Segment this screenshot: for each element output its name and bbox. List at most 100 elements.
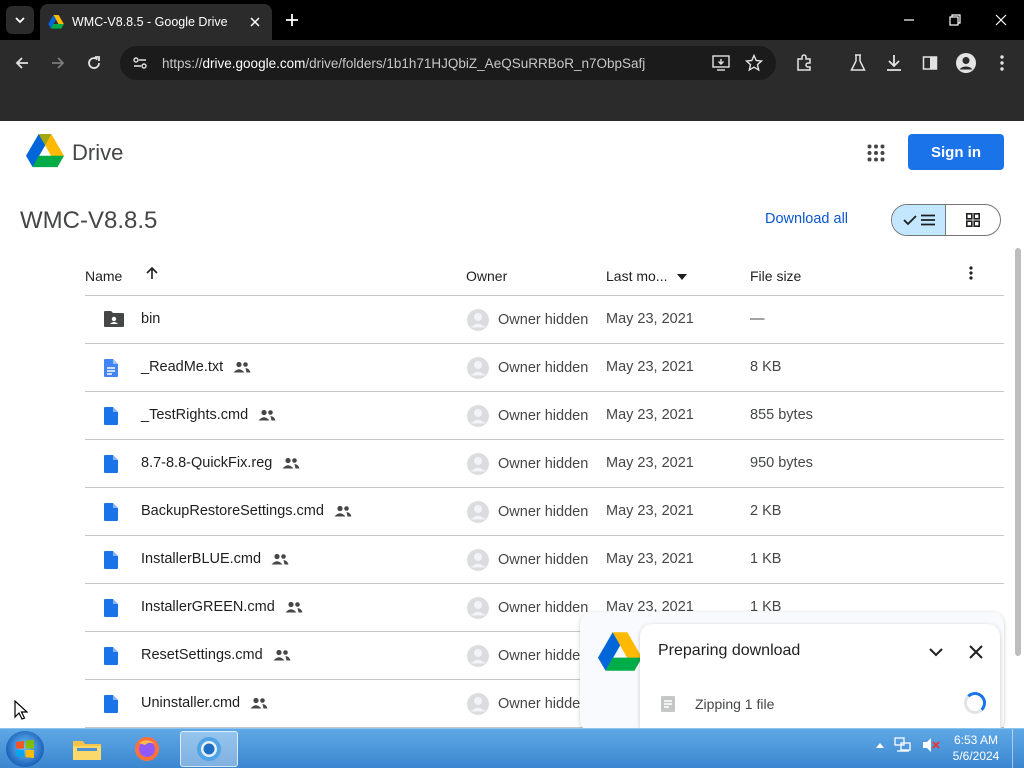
file-row[interactable]: InstallerBLUE.cmd Owner hidden May 23, 202… (85, 536, 1004, 584)
column-header-modified[interactable]: Last mo... (606, 268, 688, 284)
file-name-text: BackupRestoreSettings.cmd (141, 503, 324, 519)
side-panel-button[interactable] (916, 49, 944, 77)
file-name-text: _ReadMe.txt (141, 359, 224, 375)
list-view-button[interactable] (892, 205, 947, 235)
labs-button[interactable] (844, 49, 872, 77)
file-name[interactable]: _ReadMe.txt (141, 359, 251, 375)
taskbar-explorer[interactable] (58, 731, 116, 767)
clock-date: 5/6/2024 (952, 749, 1000, 763)
shared-people-icon (334, 505, 352, 517)
taskbar-clock[interactable]: 6:53 AM 5/6/2024 (950, 732, 1002, 764)
address-bar[interactable]: https://drive.google.com/drive/folders/1… (120, 46, 776, 80)
close-icon (969, 645, 983, 659)
owner-text: Owner hidden (498, 504, 589, 520)
file-name[interactable]: InstallerBLUE.cmd (141, 551, 289, 567)
file-name[interactable]: InstallerGREEN.cmd (141, 599, 303, 615)
file-name[interactable]: BackupRestoreSettings.cmd (141, 503, 352, 519)
network-icon[interactable] (894, 737, 912, 753)
file-size: 950 bytes (750, 455, 813, 471)
file-name[interactable]: 8.7-8.8-QuickFix.reg (141, 455, 300, 471)
file-name[interactable]: ResetSettings.cmd (141, 647, 291, 663)
file-row[interactable]: _ReadMe.txt Owner hidden May 23, 2021 8 KB (85, 344, 1004, 392)
os-taskbar: 6:53 AM 5/6/2024 (0, 728, 1024, 768)
chrome-icon (197, 737, 221, 761)
reload-icon (88, 56, 100, 69)
file-name[interactable]: _TestRights.cmd (141, 407, 276, 423)
bookmark-star-icon[interactable] (744, 53, 764, 77)
file-size: — (750, 311, 765, 327)
shared-people-icon (273, 649, 291, 661)
profile-button[interactable] (952, 49, 980, 77)
view-toggle (891, 204, 1001, 236)
extensions-button[interactable] (790, 49, 818, 77)
drive-logo-icon[interactable] (26, 134, 64, 173)
file-owner: Owner hidde (466, 644, 580, 668)
folder-title: WMC-V8.8.5 (20, 207, 158, 234)
file-icon (103, 550, 119, 574)
column-header-name[interactable]: Name (85, 268, 122, 284)
reload-button[interactable] (80, 49, 108, 77)
close-toast-button[interactable] (964, 640, 988, 664)
collapse-toast-button[interactable] (924, 640, 948, 664)
file-row[interactable]: 8.7-8.8-QuickFix.reg Owner hidden May 23, … (85, 440, 1004, 488)
file-name-text: _TestRights.cmd (141, 407, 249, 423)
browser-tab[interactable]: WMC-V8.8.5 - Google Drive (40, 4, 272, 40)
taskbar-chrome[interactable] (180, 731, 238, 767)
drive-brand-name[interactable]: Drive (72, 140, 123, 166)
tab-title: WMC-V8.8.5 - Google Drive (72, 15, 228, 29)
file-row[interactable]: _TestRights.cmd Owner hidden May 23, 2021 8… (85, 392, 1004, 440)
show-desktop-button[interactable] (1012, 729, 1024, 768)
forward-button[interactable] (44, 49, 72, 77)
download-item-label: Zipping 1 file (695, 696, 775, 712)
file-owner: Owner hidden (466, 548, 588, 572)
file-owner: Owner hidden (466, 308, 588, 332)
avatar (466, 548, 490, 572)
download-all-button[interactable]: Download all (765, 211, 848, 227)
file-name[interactable]: Uninstaller.cmd (141, 695, 268, 711)
owner-text: Owner hidden (498, 600, 589, 616)
back-button[interactable] (8, 49, 36, 77)
account-circle-icon (956, 53, 976, 73)
owner-text: Owner hidde (498, 696, 581, 712)
column-header-modified-label: Last mo... (606, 268, 668, 284)
url-path: /drive/folders/1b1h71HJQbiZ_AeQSuRRBoR_n… (305, 55, 646, 71)
file-modified: May 23, 2021 (606, 359, 694, 375)
start-button[interactable] (6, 731, 44, 767)
tab-close-icon[interactable] (246, 13, 264, 31)
file-name-text: bin (141, 311, 161, 327)
owner-text: Owner hidde (498, 648, 581, 664)
file-row[interactable]: bin Owner hidden May 23, 2021 — (85, 296, 1004, 344)
file-name[interactable]: bin (141, 311, 160, 327)
puzzle-icon (797, 54, 811, 71)
download-toast: Preparing download Zipping 1 file (640, 624, 1000, 728)
new-tab-button[interactable] (280, 8, 304, 32)
browser-menu-button[interactable] (988, 49, 1016, 77)
window-close-button[interactable] (986, 6, 1016, 34)
loading-spinner-icon (964, 692, 986, 714)
sort-ascending-icon[interactable] (145, 266, 159, 283)
minimize-button[interactable] (894, 6, 924, 34)
column-header-owner[interactable]: Owner (466, 268, 507, 284)
volume-muted-icon[interactable] (922, 737, 940, 753)
file-size: 2 KB (750, 503, 782, 519)
column-header-size[interactable]: File size (750, 268, 801, 284)
tab-search-button[interactable] (6, 6, 34, 34)
avatar (466, 500, 490, 524)
column-options-icon[interactable] (969, 266, 973, 283)
file-row[interactable]: BackupRestoreSettings.cmd Owner hidden May… (85, 488, 1004, 536)
page-scrollbar[interactable] (1015, 248, 1021, 656)
restore-button[interactable] (940, 6, 970, 34)
site-info-icon (133, 57, 147, 69)
avatar (466, 356, 490, 380)
taskbar-firefox[interactable] (118, 731, 176, 767)
install-app-icon[interactable] (712, 55, 730, 76)
show-hidden-icons-icon[interactable] (876, 742, 884, 748)
sign-in-button[interactable]: Sign in (908, 134, 1004, 170)
google-apps-button[interactable] (862, 139, 890, 167)
shared-people-icon (282, 457, 300, 469)
avatar (466, 452, 490, 476)
grid-view-button[interactable] (946, 205, 1000, 235)
close-icon (995, 14, 1007, 26)
downloads-button[interactable] (880, 49, 908, 77)
file-name-text: InstallerBLUE.cmd (141, 551, 262, 567)
